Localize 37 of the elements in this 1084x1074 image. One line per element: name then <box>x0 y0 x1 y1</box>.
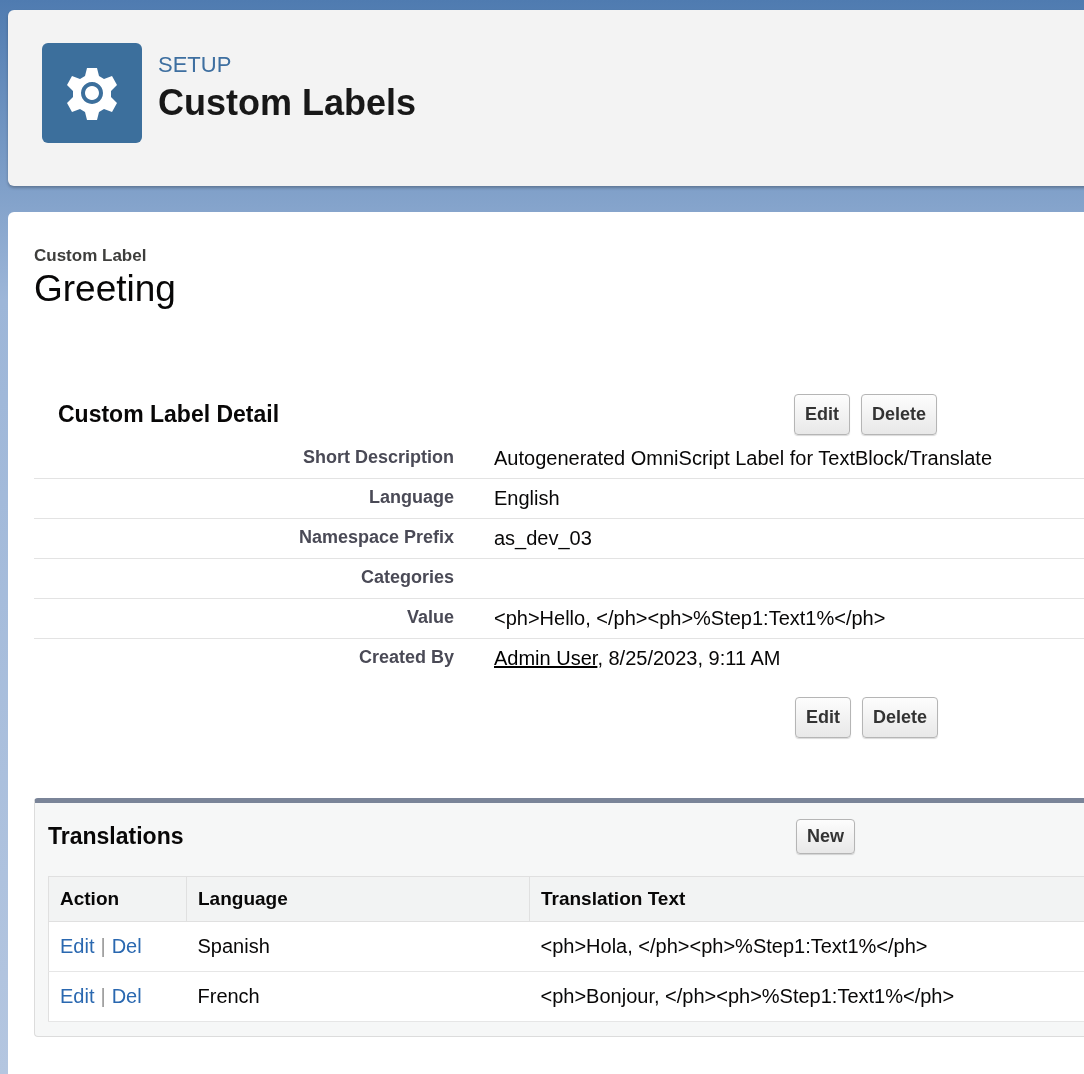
section-title: Custom Label Detail <box>58 401 281 428</box>
button[interactable]: Edit <box>795 697 851 738</box>
new-button[interactable]: New <box>796 819 855 854</box>
column-header: Translation Text <box>529 876 1084 922</box>
column-header: Language <box>186 876 530 922</box>
column-header: Action <box>48 876 187 922</box>
table-cell: Spanish <box>186 921 530 972</box>
record-type: Custom Label <box>34 246 148 266</box>
breadcrumb-text: SETUP <box>158 52 233 78</box>
user-link[interactable]: Admin User <box>494 647 598 669</box>
field-value: <ph>Hello, </ph><ph>%Step1:Text1%</ph> <box>494 607 886 629</box>
field-value: English <box>494 487 560 509</box>
button[interactable]: Edit <box>794 394 850 435</box>
edit-link[interactable]: Edit <box>60 935 95 957</box>
section-title: Translations <box>48 823 185 850</box>
button[interactable]: Delete <box>861 394 938 435</box>
edit-link[interactable]: Edit <box>60 985 95 1007</box>
field-value: Autogenerated OmniScript Label for TextBlock/Translate <box>494 447 993 469</box>
delete-link[interactable]: Del <box>111 985 142 1007</box>
record-name: Greeting <box>34 268 177 310</box>
field-label: Namespace Prefix <box>297 527 454 548</box>
separator-text: | <box>100 985 106 1007</box>
field-value: as_dev_03 <box>494 527 592 549</box>
button[interactable]: Delete <box>862 697 939 738</box>
setup-icon <box>42 43 142 143</box>
page-title: Custom Labels <box>158 82 417 124</box>
field-label: Short Description <box>302 447 454 468</box>
field-label: Value <box>405 607 454 628</box>
table-cell: <ph>Hola, </ph><ph>%Step1:Text1%</ph> <box>529 921 1084 972</box>
table-cell: <ph>Bonjour, </ph><ph>%Step1:Text1%</ph> <box>529 971 1084 1022</box>
field-label: Categories <box>359 567 454 588</box>
separator-text: | <box>100 935 106 957</box>
field-value: , 8/25/2023, 9:11 AM <box>597 647 781 669</box>
table-cell: French <box>186 971 530 1022</box>
delete-link[interactable]: Del <box>111 935 142 957</box>
field-label: Created By <box>357 647 454 668</box>
field-label: Language <box>368 487 454 508</box>
